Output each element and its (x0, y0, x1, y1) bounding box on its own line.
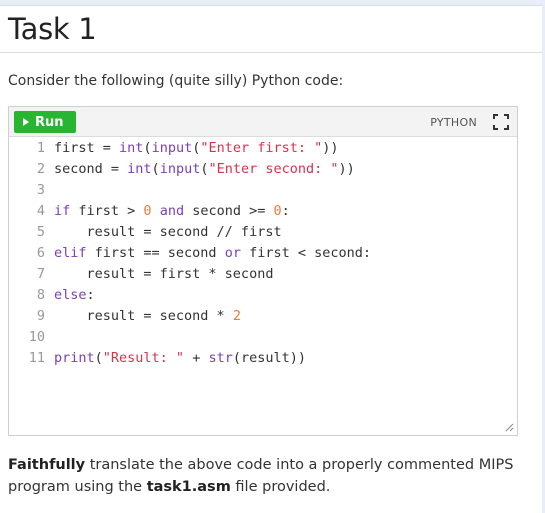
code-text[interactable]: result = second // first (45, 222, 282, 243)
page-title: Task 1 (8, 12, 97, 46)
code-line[interactable]: 7 result = first * second (9, 264, 274, 285)
line-number: 5 (36, 224, 45, 240)
editor-toolbar: Run PYTHON (9, 107, 517, 137)
run-button-label: Run (35, 114, 64, 130)
line-number: 8 (36, 287, 45, 303)
instructions-text: Faithfully translate the above code into… (8, 454, 528, 498)
code-text[interactable]: if first > 0 and second >= 0: (45, 201, 290, 222)
code-editor[interactable]: Run PYTHON 1 first = int(input("Enter fir… (8, 106, 518, 436)
code-text[interactable]: second = int(input("Enter second: ")) (45, 159, 355, 180)
code-text[interactable]: print("Result: " + str(result)) (45, 348, 306, 369)
code-text[interactable]: elif first == second or first < second: (45, 243, 371, 264)
intro-text: Consider the following (quite silly) Pyt… (8, 73, 344, 89)
code-line[interactable]: 10 (9, 327, 54, 348)
instructions-part2: file provided. (230, 479, 331, 495)
line-number: 10 (28, 329, 45, 345)
run-button[interactable]: Run (14, 111, 76, 133)
emphasis-faithfully: Faithfully (8, 457, 86, 473)
line-number: 1 (36, 140, 45, 156)
code-area[interactable]: 1 first = int(input("Enter first: ")) 2 sec… (9, 138, 517, 436)
line-number: 7 (36, 266, 45, 282)
code-text[interactable]: result = second * 2 (45, 306, 241, 327)
fullscreen-icon[interactable] (493, 114, 509, 130)
code-line[interactable]: 8 else: (9, 285, 95, 306)
title-divider (0, 52, 542, 53)
code-line[interactable]: 9 result = second * 2 (9, 306, 241, 327)
top-border (0, 0, 545, 6)
code-line[interactable]: 6 elif first == second or first < second: (9, 243, 371, 264)
line-number: 9 (36, 308, 45, 324)
emphasis-filename: task1.asm (146, 479, 231, 495)
code-line[interactable]: 2 second = int(input("Enter second: ")) (9, 159, 355, 180)
code-line[interactable]: 11 print("Result: " + str(result)) (9, 348, 306, 369)
line-number: 6 (36, 245, 45, 261)
language-label: PYTHON (430, 116, 477, 129)
resize-grip-icon[interactable] (505, 423, 514, 432)
code-text[interactable]: else: (45, 285, 95, 306)
code-line[interactable]: 1 first = int(input("Enter first: ")) (9, 138, 339, 159)
line-number: 4 (36, 203, 45, 219)
code-line[interactable]: 5 result = second // first (9, 222, 282, 243)
code-text[interactable]: first = int(input("Enter first: ")) (45, 138, 339, 159)
line-number: 3 (36, 182, 45, 198)
code-line[interactable]: 4 if first > 0 and second >= 0: (9, 201, 290, 222)
code-line[interactable]: 3 (9, 180, 54, 201)
line-number: 11 (28, 350, 45, 366)
play-icon (23, 118, 29, 126)
code-text[interactable]: result = first * second (45, 264, 274, 285)
line-number: 2 (36, 161, 45, 177)
